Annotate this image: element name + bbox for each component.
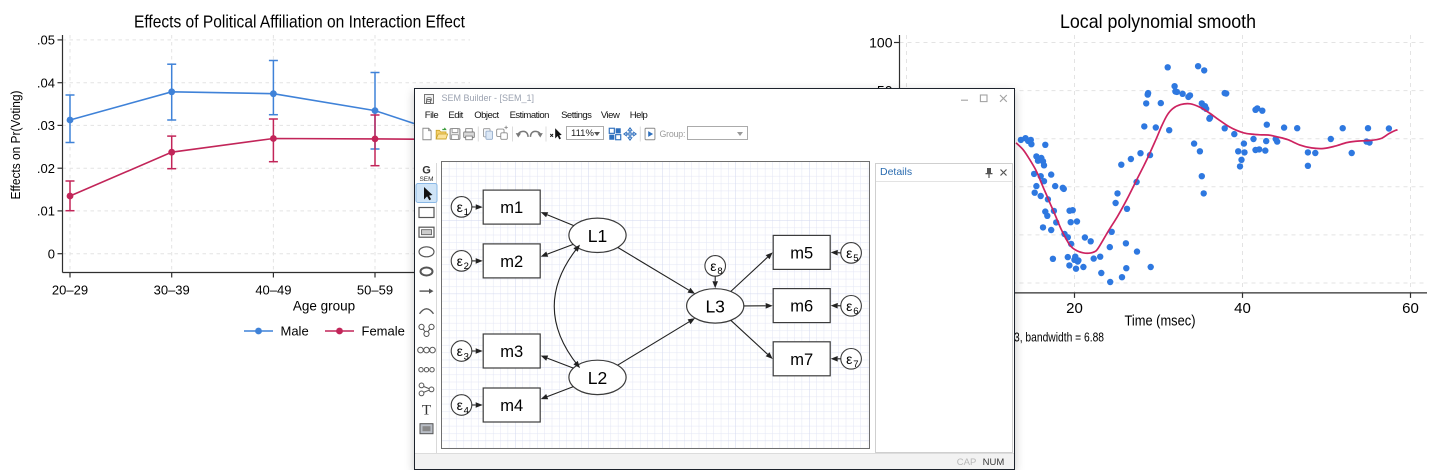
svg-text:Male: Male	[281, 324, 309, 339]
svg-text:Age group: Age group	[293, 299, 355, 314]
svg-text:Effects on Pr(Voting): Effects on Pr(Voting)	[8, 91, 23, 200]
svg-text:50–59: 50–59	[357, 283, 393, 298]
svg-text:100: 100	[869, 35, 893, 51]
svg-text:.03: .03	[37, 118, 55, 133]
svg-text:20: 20	[1066, 300, 1083, 317]
svg-text:60: 60	[1402, 300, 1419, 317]
svg-text:Effects of Political Affiliati: Effects of Political Affiliation on Inte…	[134, 12, 465, 32]
svg-text:Local polynomial smooth: Local polynomial smooth	[1060, 11, 1256, 33]
svg-text:40–49: 40–49	[255, 283, 291, 298]
svg-text:.04: .04	[37, 75, 55, 90]
svg-text:40: 40	[1234, 300, 1251, 317]
svg-text:Female: Female	[362, 324, 405, 339]
svg-text:.01: .01	[37, 204, 55, 219]
svg-text:3, bandwidth = 6.88: 3, bandwidth = 6.88	[1014, 330, 1104, 345]
svg-text:Time (msec): Time (msec)	[1125, 313, 1196, 330]
svg-text:.02: .02	[37, 161, 55, 176]
svg-text:0: 0	[48, 246, 55, 261]
svg-text:30–39: 30–39	[154, 283, 190, 298]
svg-text:20–29: 20–29	[52, 283, 88, 298]
svg-text:.05: .05	[37, 33, 55, 48]
